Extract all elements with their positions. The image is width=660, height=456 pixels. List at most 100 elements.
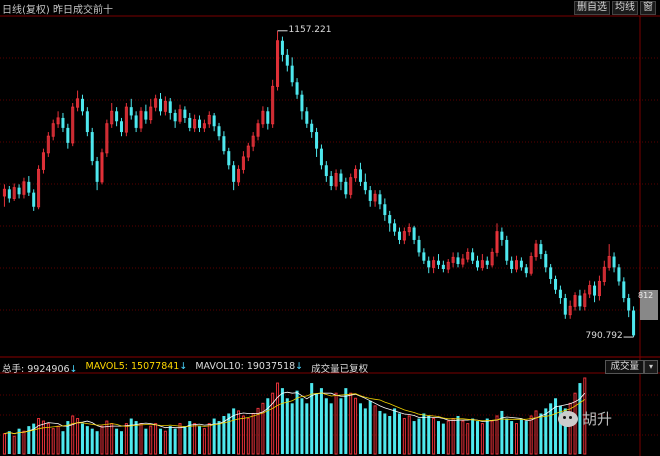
candle-down xyxy=(378,194,382,205)
candle-down xyxy=(622,281,626,299)
volume-bar-up xyxy=(76,418,80,455)
volume-bar-down xyxy=(217,421,221,454)
volume-bar-down xyxy=(183,426,187,454)
volume-bar-down xyxy=(80,423,84,454)
volume-legend: 总手: 9924906↓ MAVOL5: 15077841↓ MAVOL10: … xyxy=(2,361,368,375)
volume-bar-down xyxy=(510,421,514,454)
adjusted-note: 成交量已复权 xyxy=(311,364,369,375)
window-button[interactable]: 窗 xyxy=(640,1,656,15)
volume-bar-down xyxy=(397,413,401,454)
candle-down xyxy=(85,111,89,133)
volume-bar-up xyxy=(207,423,211,455)
candle-down xyxy=(427,260,431,268)
volume-bar-down xyxy=(544,408,548,454)
candle-down xyxy=(95,161,99,182)
wechat-icon xyxy=(558,410,578,427)
down-arrow-icon: ↓ xyxy=(295,361,304,372)
volume-bar-down xyxy=(285,398,289,454)
volume-bar-up xyxy=(154,423,158,455)
candle-down xyxy=(549,267,553,279)
candle-down xyxy=(363,181,367,191)
volume-bar-up xyxy=(334,392,338,455)
volume-bar-up xyxy=(432,418,436,455)
volume-bar-down xyxy=(290,403,294,454)
candle-down xyxy=(539,244,543,255)
candle-down xyxy=(17,187,21,195)
mavol10: MAVOL10: 19037518↓ xyxy=(195,361,303,375)
volume-bar-down xyxy=(7,431,11,454)
candle-down xyxy=(280,40,284,55)
candle-down xyxy=(266,111,270,124)
volume-bar-up xyxy=(22,430,26,455)
volume-bar-down xyxy=(329,403,333,454)
volume-bar-up xyxy=(100,425,104,455)
candle-down xyxy=(475,260,480,268)
volume-bar-up xyxy=(12,435,16,455)
candle-down xyxy=(285,54,289,66)
volume-bar-down xyxy=(173,428,177,454)
volume-bar-down xyxy=(95,431,99,454)
candle-down xyxy=(505,239,509,261)
candle-down xyxy=(500,231,504,240)
volume-bar-down xyxy=(295,390,299,454)
volume-bar-down xyxy=(436,421,440,454)
toolbar: 删自选 均线 窗 xyxy=(574,1,656,15)
volume-bar-down xyxy=(524,421,528,454)
candle-down xyxy=(383,204,387,216)
volume-bar-up xyxy=(41,420,45,455)
total-volume: 总手: 9924906↓ xyxy=(2,361,78,375)
volume-bar-down xyxy=(471,418,475,454)
volume-bar-up xyxy=(354,397,358,455)
candle-down xyxy=(188,117,192,128)
candle-down xyxy=(563,298,567,315)
candle-down xyxy=(290,65,294,83)
candle-down xyxy=(344,181,348,195)
volume-bar-down xyxy=(412,421,416,454)
volume-bar-down xyxy=(417,418,421,454)
candle-down xyxy=(134,115,138,128)
volume-bar-down xyxy=(368,400,372,454)
volume-bar-down xyxy=(85,426,89,454)
candle-down xyxy=(554,278,558,290)
volume-bar-down xyxy=(134,421,138,454)
candle-down xyxy=(612,256,616,268)
volume-bar-up xyxy=(349,392,353,455)
volume-bar-up xyxy=(56,425,60,455)
volume-bar-down xyxy=(158,428,163,454)
moving-average-button[interactable]: 均线 xyxy=(612,1,638,15)
volume-bar-down xyxy=(441,423,445,454)
candle-down xyxy=(397,231,401,240)
volume-bar-up xyxy=(37,418,41,455)
volume-bar-up xyxy=(110,423,114,455)
candle-down xyxy=(222,136,226,152)
watermark-text: 胡升 xyxy=(582,410,613,428)
volume-bar-up xyxy=(461,420,465,455)
watermark: 胡升 xyxy=(558,408,612,429)
volume-bar-down xyxy=(378,410,382,454)
volume-bar-up xyxy=(490,420,494,455)
candle-down xyxy=(217,126,221,137)
remove-watchlist-button[interactable]: 删自选 xyxy=(574,1,610,15)
volume-bar-down xyxy=(539,413,543,454)
candle-down xyxy=(627,298,631,311)
volume-bar-down xyxy=(485,418,489,454)
candle-down xyxy=(393,223,397,232)
candle-down xyxy=(90,132,94,162)
candle-down xyxy=(305,111,309,124)
candle-down xyxy=(593,285,597,296)
volume-bar-down xyxy=(519,418,523,454)
chevron-down-icon[interactable]: ▾ xyxy=(644,360,658,374)
chart-title: 日线(复权) 昨日成交前十 xyxy=(2,5,113,16)
candle-down xyxy=(519,260,523,268)
volume-bar-down xyxy=(168,426,172,454)
volume-bar-down xyxy=(344,388,348,454)
high-price-label: 1157.221 xyxy=(288,24,332,35)
candle-down xyxy=(66,127,70,143)
volume-bar-up xyxy=(237,410,241,455)
volume-bar-down xyxy=(358,403,362,454)
volume-indicator-tab[interactable]: 成交量 xyxy=(605,360,644,374)
volume-bar-down xyxy=(315,393,319,454)
volume-bar-down xyxy=(305,403,309,454)
volume-bar-down xyxy=(427,416,431,454)
candle-down xyxy=(339,173,343,182)
